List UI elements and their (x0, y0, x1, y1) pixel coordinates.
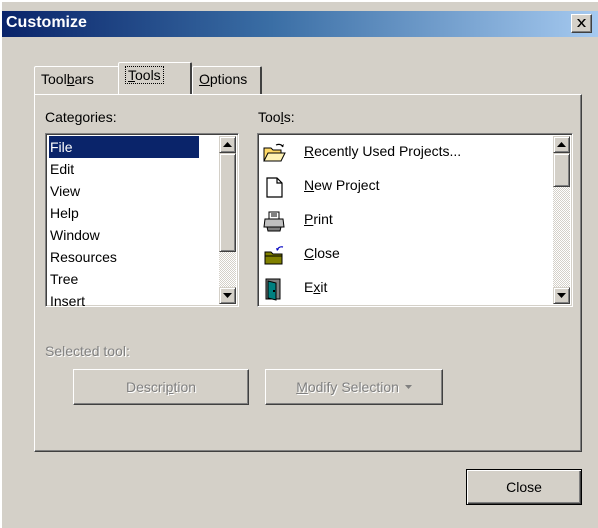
modify-selection-button[interactable]: Modify Selection (265, 369, 443, 405)
exit-door-icon (265, 278, 281, 301)
title-bar[interactable]: Customize (2, 11, 598, 37)
title-close-button[interactable] (571, 14, 592, 33)
arrow-up-icon (557, 142, 566, 147)
tools-label: Tools: (258, 109, 295, 125)
arrow-down-icon (223, 293, 232, 298)
tab-options[interactable]: Options (192, 66, 262, 94)
scroll-down-button[interactable] (219, 287, 236, 304)
description-button[interactable]: Description (73, 369, 249, 405)
tools-listbox[interactable]: Recently Used Projects... New Project Pr… (257, 133, 573, 307)
customize-dialog: Customize Toolbars Tools Options Categor… (0, 0, 598, 528)
tools-tab-panel: Categories: File Edit View Help Window R… (34, 94, 582, 452)
category-item[interactable]: View (49, 180, 80, 202)
tool-label: Recently Used Projects... (304, 143, 462, 159)
printer-icon (263, 211, 285, 232)
scroll-thumb[interactable] (553, 153, 570, 187)
window-title: Customize (6, 14, 87, 31)
description-button-label: Description (125, 379, 197, 395)
category-item[interactable]: Help (49, 202, 79, 224)
tool-label: Close (304, 245, 340, 261)
category-item[interactable]: File (49, 136, 199, 158)
category-item[interactable]: Window (49, 224, 100, 246)
tab-toolbars[interactable]: Toolbars (34, 66, 120, 94)
arrow-down-icon (557, 293, 566, 298)
close-button-label: Close (506, 479, 542, 495)
tab-tools[interactable]: Tools (118, 62, 192, 94)
categories-label: Categories: (45, 109, 117, 125)
category-item[interactable]: Edit (49, 158, 74, 180)
scroll-thumb[interactable] (219, 153, 236, 252)
scroll-down-button[interactable] (553, 287, 570, 304)
tools-scrollbar[interactable] (553, 136, 570, 304)
modify-selection-button-label: Modify Selection (296, 379, 399, 395)
scroll-up-button[interactable] (219, 136, 236, 153)
categories-listbox[interactable]: File Edit View Help Window Resources Tre… (45, 133, 239, 307)
tool-label: Exit (304, 279, 328, 295)
tab-options-label: Options (199, 71, 248, 87)
tab-tools-label: Tools (125, 66, 164, 84)
tool-label: New Project (304, 177, 380, 193)
selected-tool-label: Selected tool: (45, 343, 130, 359)
close-x-icon (577, 19, 586, 27)
dropdown-arrow-icon (404, 385, 412, 389)
tab-toolbars-label: Toolbars (41, 71, 94, 87)
open-folder-icon (263, 143, 286, 162)
categories-scrollbar[interactable] (219, 136, 236, 304)
new-document-icon (266, 177, 283, 198)
category-item[interactable]: Resources (49, 246, 117, 268)
close-button[interactable]: Close (466, 469, 582, 505)
category-item[interactable]: Tree (49, 268, 78, 290)
tool-label: Print (304, 211, 333, 227)
category-item[interactable]: Insert (49, 290, 85, 306)
close-folder-icon (264, 246, 284, 265)
scroll-up-button[interactable] (553, 136, 570, 153)
arrow-up-icon (223, 142, 232, 147)
